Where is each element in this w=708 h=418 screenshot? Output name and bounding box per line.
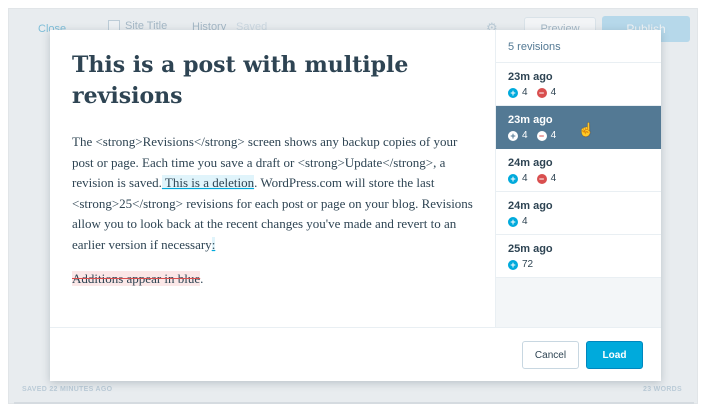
word-count: 23 WORDS xyxy=(643,386,682,393)
added-text: This is a deletion xyxy=(161,175,255,190)
revision-changes: +4 −4 xyxy=(508,87,661,98)
added-count: 4 xyxy=(522,87,528,98)
post-body: The <strong>Revisions</strong> screen sh… xyxy=(72,132,475,290)
added-count: 72 xyxy=(522,259,534,270)
divider xyxy=(14,402,694,404)
revision-item[interactable]: 25m ago +72 xyxy=(496,235,661,278)
revision-item[interactable]: 24m ago +4 −4 xyxy=(496,149,661,192)
revision-time: 25m ago xyxy=(508,243,553,255)
revision-item[interactable]: 24m ago +4 xyxy=(496,192,661,235)
plus-icon: + xyxy=(508,259,518,270)
revisions-modal: This is a post with multiple revisions T… xyxy=(50,30,661,381)
revision-changes: +4 xyxy=(508,216,661,227)
hand-cursor-icon: ☝ xyxy=(578,122,595,137)
paragraph: Additions appear in blue. xyxy=(72,269,475,290)
cancel-button[interactable]: Cancel xyxy=(522,341,579,369)
modal-footer: Cancel Load xyxy=(50,327,661,381)
removed-count: 4 xyxy=(550,130,557,141)
plus-icon: + xyxy=(508,173,518,184)
added-count: 4 xyxy=(522,216,528,227)
revision-item-selected[interactable]: 23m ago +4 −4 ☝ xyxy=(496,106,661,149)
revision-time: 24m ago xyxy=(508,200,553,212)
paragraph: The <strong>Revisions</strong> screen sh… xyxy=(72,132,475,255)
added-count: 4 xyxy=(522,173,528,184)
revision-item[interactable]: 23m ago +4 −4 xyxy=(496,63,661,106)
revision-changes: +4 −4 xyxy=(508,173,661,184)
plus-icon: + xyxy=(508,216,518,227)
saved-time-status: SAVED 22 MINUTES AGO xyxy=(22,386,113,393)
revision-content: This is a post with multiple revisions T… xyxy=(50,30,495,327)
revisions-count: 5 revisions xyxy=(496,30,661,63)
minus-icon: − xyxy=(536,87,547,98)
added-count: 4 xyxy=(522,130,528,141)
deleted-text: Additions appear in blue xyxy=(72,271,201,286)
revision-time: 24m ago xyxy=(508,157,553,169)
added-text: : xyxy=(211,236,216,252)
minus-icon: − xyxy=(536,130,547,141)
plus-icon: + xyxy=(508,130,518,141)
minus-icon: − xyxy=(536,173,547,184)
revision-changes: +72 xyxy=(508,259,661,270)
paragraph-text: . xyxy=(200,271,204,286)
post-title: This is a post with multiple revisions xyxy=(72,52,409,109)
load-button[interactable]: Load xyxy=(586,341,643,369)
removed-count: 4 xyxy=(550,87,557,98)
removed-count: 4 xyxy=(550,173,557,184)
plus-icon: + xyxy=(508,87,518,98)
revision-time: 23m ago xyxy=(508,71,553,83)
revisions-sidebar: 5 revisions 23m ago +4 −4 23m ago +4 −4 … xyxy=(495,30,661,327)
